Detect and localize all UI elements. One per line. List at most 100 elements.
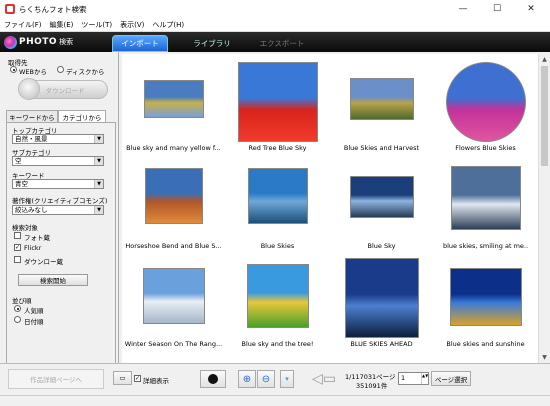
target-fotozo-label: フォト蔵 (24, 234, 50, 242)
photo-thumbnail[interactable] (349, 78, 414, 120)
sort-popular-label: 人気順 (24, 307, 44, 315)
photo-item[interactable]: Blue Skies (226, 156, 329, 256)
stop-button[interactable] (200, 370, 226, 388)
top-category-select[interactable]: 自然・風景 ▼ (12, 134, 104, 144)
filter-icon: ▾ (285, 375, 289, 383)
stop-icon (208, 374, 218, 384)
sort-date-radio[interactable] (14, 316, 21, 323)
chevron-down-icon: ▼ (94, 180, 103, 188)
zoom-in-button[interactable]: ⊕ (238, 370, 256, 388)
vertical-scrollbar[interactable]: ▲ ▼ (538, 54, 550, 363)
photo-caption: Horseshoe Bend and Blue S... (125, 242, 222, 250)
photo-thumbnail[interactable] (247, 168, 308, 224)
logo-text: PHOTO (19, 37, 58, 47)
photo-item[interactable]: Blue Skies and Harvest (330, 58, 433, 158)
sort-label: 並び順 (12, 297, 32, 305)
chevron-down-icon: ▼ (94, 206, 103, 214)
header-bar: PHOTO 検索 インポート ライブラリ エクスポート (0, 32, 550, 52)
photo-caption: Winter Season On The Rang... (124, 340, 223, 348)
photo-item[interactable]: Blue sky and the tree! (226, 254, 329, 354)
photo-thumbnail[interactable] (344, 258, 419, 338)
scroll-up-icon[interactable]: ▲ (539, 54, 550, 65)
zoom-out-button[interactable]: ⊖ (257, 370, 275, 388)
photo-item[interactable]: Blue skies and sunshine (434, 254, 537, 354)
detail-view-label: 詳細表示 (143, 377, 169, 385)
source-web-radio[interactable] (10, 66, 17, 73)
keyword-select[interactable]: 青空 ▼ (12, 179, 104, 189)
chevron-down-icon: ▼ (94, 135, 103, 143)
target-download-checkbox[interactable] (14, 256, 21, 263)
menu-file[interactable]: ファイル(F) (0, 20, 46, 30)
minimize-button[interactable]: — (446, 0, 480, 18)
photo-item[interactable]: Red Tree Blue Sky (226, 58, 329, 158)
photo-caption: Red Tree Blue Sky (248, 144, 307, 152)
photo-thumbnail[interactable] (349, 176, 414, 218)
bottom-toolbar: 作品詳細ページへ ▭ ✓ 詳細表示 ⊕ ⊖ ▾ ◁▭ 1/117031ページ 3… (0, 363, 550, 395)
sort-popular-radio[interactable] (14, 305, 21, 312)
source-disk-radio[interactable] (57, 66, 64, 73)
source-disk-label: ディスクから (66, 68, 105, 76)
status-bar (0, 395, 550, 406)
photo-caption: Flowers Blue Skies (455, 144, 516, 152)
scrollbar-thumb[interactable] (541, 66, 548, 166)
target-fotozo-checkbox[interactable] (14, 232, 21, 239)
sort-date-label: 日付順 (24, 318, 44, 326)
menu-help[interactable]: ヘルプ(H) (148, 20, 188, 30)
photo-thumbnail[interactable] (144, 168, 203, 224)
copyright-select[interactable]: 絞込みなし ▼ (12, 205, 104, 215)
zoom-in-icon: ⊕ (242, 373, 252, 385)
tab-keyword[interactable]: キーワードから (6, 110, 58, 122)
book-icon[interactable]: ▭ (113, 371, 132, 385)
photo-caption: blue skies, smiling at me.. (442, 242, 529, 250)
search-sidebar: 取得先 WEBから ディスクから ダウンロード キーワードから カテゴリから ト… (0, 52, 119, 382)
menu-bar: ファイル(F) 編集(E) ツール(T) 表示(V) ヘルプ(H) (0, 18, 550, 32)
tab-library[interactable]: ライブラリ (184, 35, 240, 52)
target-download-label: ダウンロー蔵 (24, 258, 63, 266)
photo-caption: Blue Skies and Harvest (343, 144, 420, 152)
photo-thumbnail[interactable] (246, 264, 309, 328)
close-button[interactable]: ✕ (514, 0, 548, 18)
menu-view[interactable]: 表示(V) (116, 20, 148, 30)
maximize-button[interactable]: ☐ (480, 0, 514, 18)
detail-page-button[interactable]: 作品詳細ページへ (8, 369, 104, 389)
photo-item[interactable]: BLUE SKIES AHEAD (330, 254, 433, 354)
photo-item[interactable]: Blue sky and many yellow f... (122, 58, 225, 158)
spinner-icon[interactable]: ▲▼ (421, 373, 428, 384)
filter-button[interactable]: ▾ (280, 370, 294, 388)
logo-sub: 検索 (59, 38, 74, 46)
photo-thumbnail[interactable] (142, 268, 205, 324)
photo-item[interactable]: Flowers Blue Skies (434, 58, 537, 158)
page-select-button[interactable]: ページ選択 (431, 371, 471, 386)
copyright-value: 絞込みなし (15, 206, 48, 214)
photo-thumbnail[interactable] (449, 268, 522, 326)
photo-caption: Blue skies and sunshine (446, 340, 525, 348)
zoom-out-icon: ⊖ (261, 373, 271, 385)
scroll-down-icon[interactable]: ▼ (539, 352, 550, 363)
photo-thumbnail[interactable] (143, 80, 204, 118)
window-title: らくちんフォト検索 (19, 4, 87, 14)
photo-caption: Blue sky and the tree! (241, 340, 314, 348)
photo-item[interactable]: Winter Season On The Rang... (122, 254, 225, 354)
target-flickr-checkbox[interactable]: ✓ (14, 244, 21, 251)
detail-view-checkbox[interactable]: ✓ (134, 375, 141, 382)
photo-thumbnail[interactable] (237, 62, 318, 142)
prev-page-button[interactable]: ◁▭ (304, 371, 344, 387)
photo-item[interactable]: blue skies, smiling at me.. (434, 156, 537, 256)
photo-thumbnail[interactable] (445, 62, 526, 142)
page-number-input[interactable]: 1 ▲▼ (398, 372, 429, 385)
tab-import[interactable]: インポート (112, 35, 168, 52)
photo-caption: Blue Sky (367, 242, 396, 250)
search-start-button[interactable]: 検索開始 (18, 274, 88, 286)
menu-tools[interactable]: ツール(T) (77, 20, 116, 30)
tab-export[interactable]: エクスポート (254, 35, 310, 52)
page-number-value: 1 (401, 374, 406, 382)
photo-item[interactable]: Blue Sky (330, 156, 433, 256)
chevron-down-icon: ▼ (94, 157, 103, 165)
photo-thumbnail[interactable] (450, 166, 521, 230)
photo-item[interactable]: Horseshoe Bend and Blue S... (122, 156, 225, 256)
sub-category-select[interactable]: 空 ▼ (12, 156, 104, 166)
menu-edit[interactable]: 編集(E) (46, 20, 78, 30)
top-category-value: 自然・風景 (15, 135, 48, 143)
app-icon (5, 4, 15, 14)
tab-category[interactable]: カテゴリから (58, 110, 106, 122)
